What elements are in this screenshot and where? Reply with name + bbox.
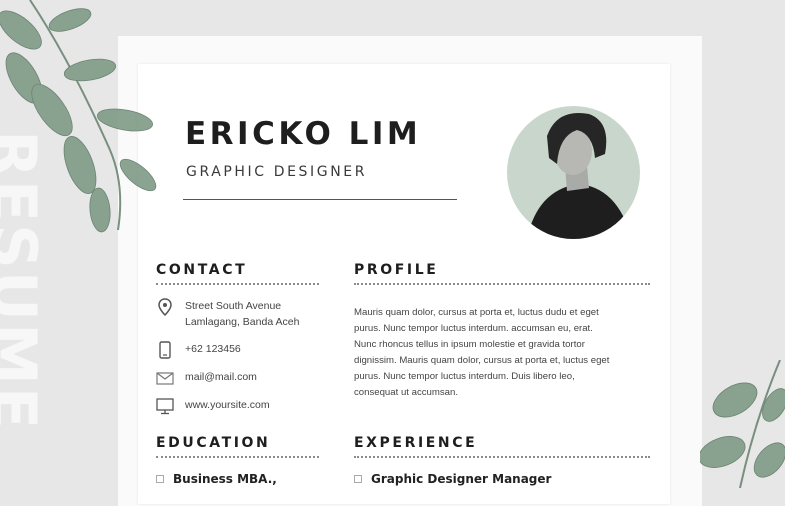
envelope-icon <box>156 369 174 387</box>
resume-name: ERICKO LIM <box>185 116 422 152</box>
profile-line: consequat ut accumsan. <box>354 387 458 398</box>
profile-line: dignissim. Mauris quam dolor, cursus at … <box>354 355 610 366</box>
profile-line: purus. Nunc tempor luctus interdum. Duis… <box>354 371 575 382</box>
contact-website: www.yoursite.com <box>156 397 270 415</box>
contact-email: mail@mail.com <box>156 369 257 387</box>
address-line-2: Lamlagang, Banda Aceh <box>185 316 300 328</box>
contact-address: Street South Avenue Lamlagang, Banda Ace… <box>156 298 299 330</box>
leaf-sprig-icon <box>700 360 785 488</box>
education-heading: EDUCATION <box>156 435 271 451</box>
monitor-icon <box>156 397 174 415</box>
bullet-icon <box>354 475 362 483</box>
map-pin-icon <box>156 298 174 316</box>
profile-line: Nunc rhoncus tellus in ipsum molestie et… <box>354 339 585 350</box>
profile-line: purus. Nunc tempor luctus interdum. accu… <box>354 323 593 334</box>
avatar <box>507 106 640 239</box>
profile-text: Mauris quam dolor, cursus at porta et, l… <box>354 305 654 401</box>
contact-heading: CONTACT <box>156 262 248 278</box>
experience-item-text: Graphic Designer Manager <box>371 472 552 486</box>
profile-line: Mauris quam dolor, cursus at porta et, l… <box>354 307 599 318</box>
profile-divider <box>354 283 650 285</box>
portrait-image <box>507 106 640 239</box>
experience-item: Graphic Designer Manager <box>354 472 551 486</box>
profile-heading: PROFILE <box>354 262 439 278</box>
bullet-icon <box>156 475 164 483</box>
contact-phone: +62 123456 <box>156 341 241 359</box>
phone-number: +62 123456 <box>185 343 241 355</box>
phone-icon <box>156 341 174 359</box>
education-item-text: Business MBA., <box>173 472 277 486</box>
website-url[interactable]: www.yoursite.com <box>185 397 270 413</box>
contact-divider <box>156 283 319 285</box>
header-divider <box>183 199 457 200</box>
education-divider <box>156 456 319 458</box>
address-line-1: Street South Avenue <box>185 300 282 312</box>
experience-heading: EXPERIENCE <box>354 435 478 451</box>
email-address[interactable]: mail@mail.com <box>185 369 257 385</box>
job-title: GRAPHIC DESIGNER <box>186 164 368 180</box>
leaf-branch-icon <box>0 0 157 233</box>
experience-divider <box>354 456 650 458</box>
education-item: Business MBA., <box>156 472 277 486</box>
